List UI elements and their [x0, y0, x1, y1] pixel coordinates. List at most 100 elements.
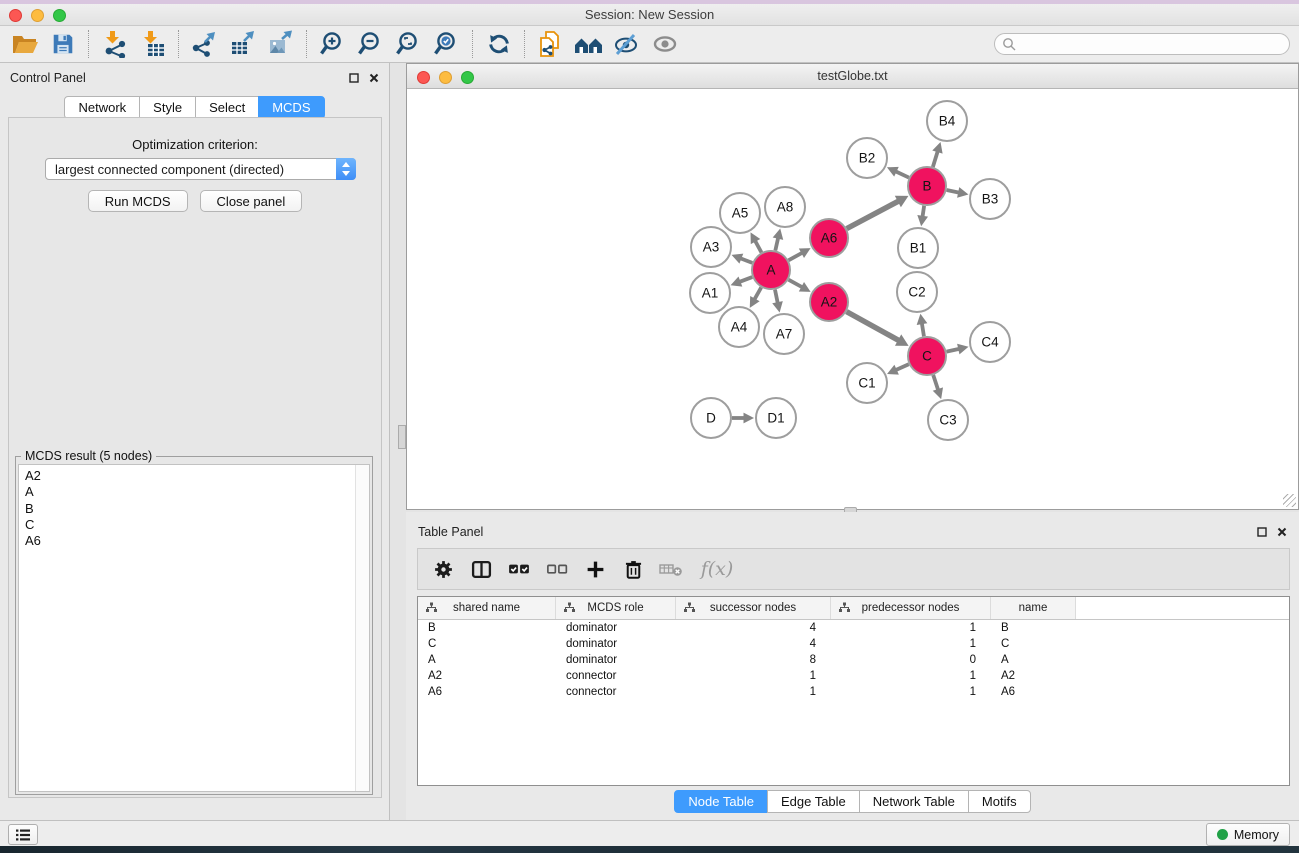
search-input[interactable]	[1016, 36, 1270, 52]
graph-edge-A-A4[interactable]	[750, 287, 761, 307]
deselect-all-columns-button[interactable]	[542, 554, 572, 584]
tab-edge-table[interactable]: Edge Table	[767, 790, 860, 813]
table-settings-button[interactable]	[428, 554, 458, 584]
graph-node-C[interactable]: C	[908, 337, 946, 375]
graph-node-A4[interactable]: A4	[719, 307, 759, 347]
graph-node-D[interactable]: D	[691, 398, 731, 438]
zoom-out-button[interactable]	[352, 28, 390, 60]
tab-mcds[interactable]: MCDS	[258, 96, 324, 119]
graph-edge-A-A2[interactable]	[789, 280, 811, 292]
task-history-button[interactable]	[8, 824, 38, 845]
graph-edge-B-B4[interactable]	[932, 142, 942, 167]
memory-button[interactable]: Memory	[1206, 823, 1290, 846]
window-resize-grip[interactable]	[1283, 494, 1296, 507]
graph-node-C1[interactable]: C1	[847, 363, 887, 403]
apply-function-button[interactable]: f(x)	[694, 554, 740, 584]
show-all-networks-button[interactable]	[570, 28, 608, 60]
tab-network[interactable]: Network	[64, 96, 140, 119]
mcds-result-item[interactable]: A6	[25, 533, 369, 549]
mcds-result-item[interactable]: B	[25, 501, 369, 517]
add-column-button[interactable]	[580, 554, 610, 584]
select-all-columns-button[interactable]	[504, 554, 534, 584]
graph-edge-C-C1[interactable]	[887, 364, 909, 374]
graph-node-A6[interactable]: A6	[810, 219, 848, 257]
close-panel-icon[interactable]	[368, 72, 380, 84]
graph-edge-A2-C[interactable]	[847, 312, 909, 346]
zoom-fit-button[interactable]	[390, 28, 428, 60]
tab-motifs[interactable]: Motifs	[968, 790, 1031, 813]
delete-column-button[interactable]	[618, 554, 648, 584]
split-view-button[interactable]	[466, 554, 496, 584]
tab-select[interactable]: Select	[195, 96, 259, 119]
mcds-result-item[interactable]: C	[25, 517, 369, 533]
graph-node-A7[interactable]: A7	[764, 314, 804, 354]
column-header-successor-nodes[interactable]: successor nodes	[676, 597, 831, 619]
export-network-button[interactable]	[186, 28, 224, 60]
search-field[interactable]	[994, 33, 1290, 55]
optimization-criterion-select[interactable]: largest connected component (directed)	[45, 158, 356, 180]
table-row-b[interactable]: Bdominator41B	[418, 620, 1289, 636]
graph-node-B[interactable]: B	[908, 167, 946, 205]
zoom-selected-button[interactable]	[428, 28, 466, 60]
float-panel-icon[interactable]	[348, 72, 360, 84]
delete-table-button[interactable]	[656, 554, 686, 584]
column-header-name[interactable]: name	[991, 597, 1076, 619]
table-row-a6[interactable]: A6connector11A6	[418, 684, 1289, 700]
vertical-splitter-grip[interactable]	[398, 425, 406, 449]
graph-edge-C-C4[interactable]	[947, 344, 969, 355]
tab-style[interactable]: Style	[139, 96, 196, 119]
column-header-shared-name[interactable]: shared name	[418, 597, 556, 619]
graph-node-B4[interactable]: B4	[927, 101, 967, 141]
save-session-button[interactable]	[44, 28, 82, 60]
table-row-c[interactable]: Cdominator41C	[418, 636, 1289, 652]
graph-edge-A-A6[interactable]	[789, 248, 811, 260]
graph-edge-A-A1[interactable]	[731, 276, 753, 286]
graph-node-A[interactable]: A	[752, 251, 790, 289]
tab-network-table[interactable]: Network Table	[859, 790, 969, 813]
graph-node-B1[interactable]: B1	[898, 228, 938, 268]
export-table-button[interactable]	[224, 28, 262, 60]
graph-node-C2[interactable]: C2	[897, 272, 937, 312]
result-list-scrollbar[interactable]	[355, 465, 369, 791]
apply-layout-button[interactable]	[480, 28, 518, 60]
mcds-result-item[interactable]: A	[25, 484, 369, 500]
column-header-predecessor-nodes[interactable]: predecessor nodes	[831, 597, 991, 619]
run-mcds-button[interactable]: Run MCDS	[88, 190, 188, 212]
graph-edge-B-B3[interactable]	[947, 187, 969, 198]
network-canvas[interactable]: A A1 A2 A3 A4 A5 A6 A7 A8 B B1 B2 B3B4 C C1 C2 C3C4 D D1	[408, 89, 1298, 514]
graph-node-A1[interactable]: A1	[690, 273, 730, 313]
graph-node-C4[interactable]: C4	[970, 322, 1010, 362]
import-table-button[interactable]	[134, 28, 172, 60]
graph-edge-A-A5[interactable]	[751, 232, 762, 252]
column-header-mcds-role[interactable]: MCDS role	[556, 597, 676, 619]
close-panel-button[interactable]: Close panel	[200, 190, 303, 212]
graph-node-C3[interactable]: C3	[928, 400, 968, 440]
zoom-in-button[interactable]	[314, 28, 352, 60]
graph-edge-C-C2[interactable]	[917, 314, 928, 337]
mcds-result-item[interactable]: A2	[25, 468, 369, 484]
tab-node-table[interactable]: Node Table	[674, 790, 768, 813]
graph-edge-B-B2[interactable]	[887, 167, 909, 178]
graph-node-B3[interactable]: B3	[970, 179, 1010, 219]
show-graphics-details-button[interactable]	[646, 28, 684, 60]
hide-graphics-details-button[interactable]	[608, 28, 646, 60]
graph-edge-C-C3[interactable]	[933, 375, 943, 399]
graph-node-A5[interactable]: A5	[720, 193, 760, 233]
open-session-button[interactable]	[6, 28, 44, 60]
close-table-panel-icon[interactable]	[1276, 526, 1288, 538]
graph-edge-A-A8[interactable]	[773, 228, 784, 250]
graph-edge-A-A3[interactable]	[732, 254, 753, 264]
graph-node-A8[interactable]: A8	[765, 187, 805, 227]
graph-node-B2[interactable]: B2	[847, 138, 887, 178]
graph-edge-B-B1[interactable]	[917, 206, 928, 226]
table-row-a2[interactable]: A2connector11A2	[418, 668, 1289, 684]
graph-edge-D-D1[interactable]	[732, 413, 754, 424]
graph-node-D1[interactable]: D1	[756, 398, 796, 438]
export-image-button[interactable]	[262, 28, 300, 60]
graph-node-A2[interactable]: A2	[810, 283, 848, 321]
new-network-from-selection-button[interactable]	[532, 28, 570, 60]
graph-edge-A-A7[interactable]	[772, 290, 783, 313]
graph-node-A3[interactable]: A3	[691, 227, 731, 267]
float-table-panel-icon[interactable]	[1256, 526, 1268, 538]
table-row-a[interactable]: Adominator80A	[418, 652, 1289, 668]
